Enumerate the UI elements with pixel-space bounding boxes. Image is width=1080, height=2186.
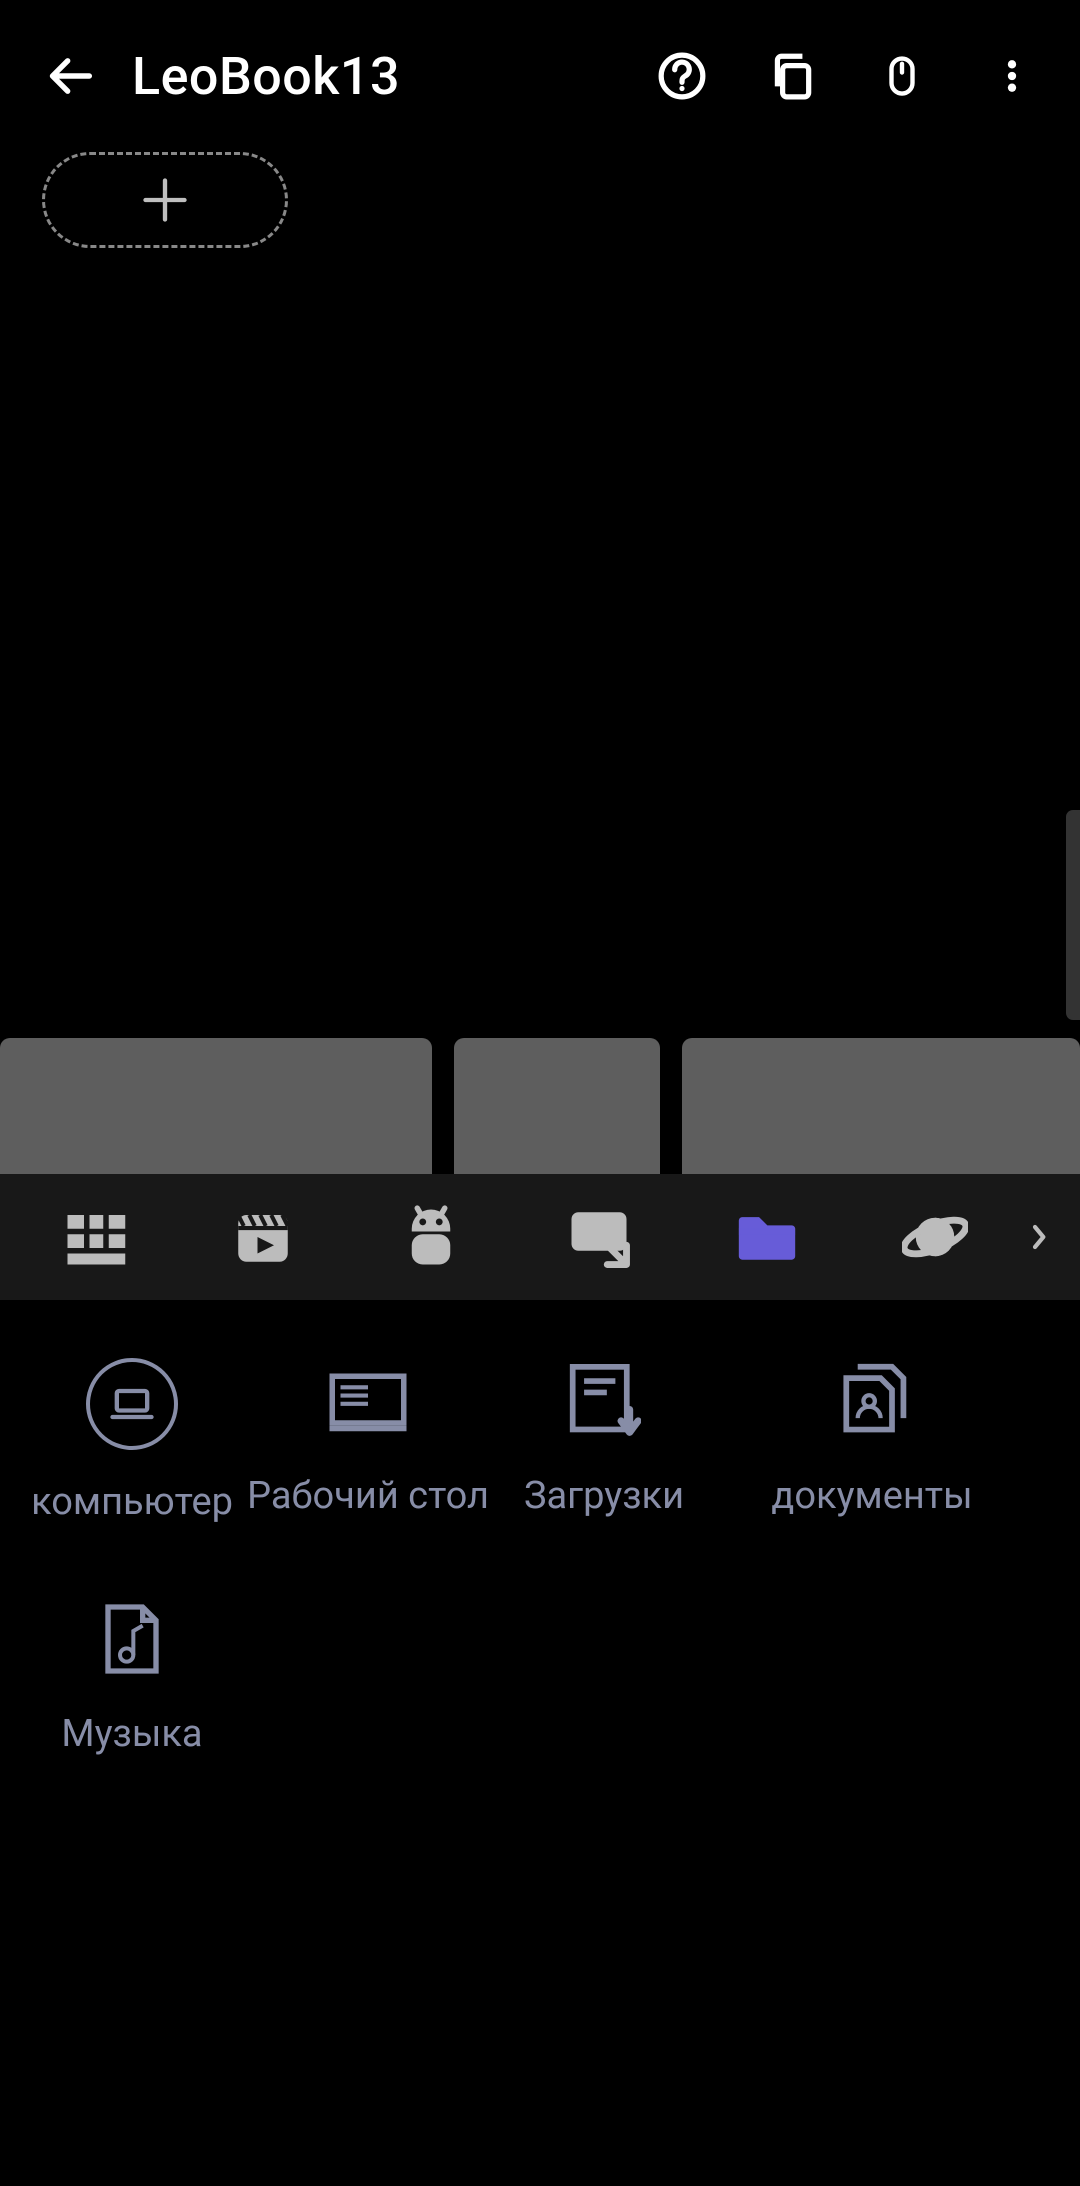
folder-documents[interactable]: документы [722,1358,1022,1524]
icon-wrap [567,1358,641,1444]
toolbar-folder-button[interactable] [734,1204,902,1270]
folder-computer[interactable]: компьютер [14,1358,250,1524]
keypad-icon [62,1204,128,1270]
mouse-icon [881,49,923,103]
toolbar-keypad-button[interactable] [62,1204,230,1270]
icon-wrap [100,1596,164,1682]
top-app-bar: LeoBook13 [0,12,1080,140]
folder-downloads[interactable]: Загрузки [486,1358,722,1524]
copy-button[interactable] [764,48,820,104]
status-bar [0,0,1080,12]
add-button[interactable] [42,152,288,248]
folder-label: Загрузки [524,1474,684,1518]
recent-apps-row [0,1038,1080,1174]
desktop-icon [325,1368,411,1434]
main-content-area [0,248,1080,1038]
scroll-handle[interactable] [1066,810,1080,1020]
folders-grid: компьютер Рабочий стол Загрузки [0,1300,1080,1828]
music-icon [100,1600,164,1678]
video-icon [230,1204,296,1270]
recent-card[interactable] [682,1038,1080,1174]
more-vert-icon [992,52,1032,100]
folder-label: Рабочий стол [247,1474,489,1518]
recent-card[interactable] [454,1038,660,1174]
folder-label: документы [771,1474,972,1518]
circle-wrap [86,1358,178,1450]
add-row [0,140,1080,248]
back-button[interactable] [40,44,104,108]
documents-icon [832,1361,912,1441]
toolbar-video-button[interactable] [230,1204,398,1270]
folder-icon [734,1204,800,1270]
plus-icon [139,174,191,226]
overflow-button[interactable] [984,48,1040,104]
folder-label: Музыка [61,1712,202,1756]
bottom-toolbar [0,1174,1080,1300]
download-icon [567,1361,641,1441]
top-actions [654,48,1040,104]
laptop-icon [106,1378,158,1430]
recent-card[interactable] [0,1038,432,1174]
chevron-right-icon [1030,1214,1050,1260]
help-button[interactable] [654,48,710,104]
toolbar-display-share-button[interactable] [566,1204,734,1270]
folder-music[interactable]: Музыка [14,1596,250,1756]
back-arrow-icon [46,50,98,102]
page-title: LeoBook13 [132,46,654,107]
folder-desktop[interactable]: Рабочий стол [250,1358,486,1524]
toolbar-android-button[interactable] [398,1204,566,1270]
mouse-button[interactable] [874,48,930,104]
android-icon [398,1204,464,1270]
toolbar-more-button[interactable] [1020,1207,1060,1267]
folder-label: компьютер [31,1480,233,1524]
display-share-icon [566,1204,632,1270]
icon-wrap [325,1358,411,1444]
help-icon [657,51,707,101]
icon-wrap [832,1358,912,1444]
copy-icon [767,51,817,101]
planet-icon [902,1204,968,1270]
